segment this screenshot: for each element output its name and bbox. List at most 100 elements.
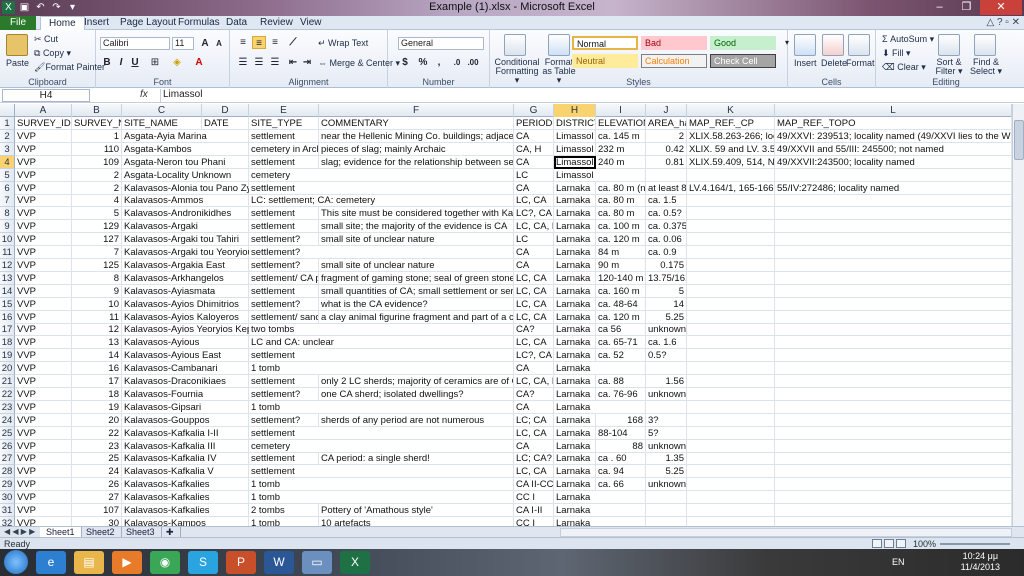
cell-f24[interactable]: sherds of any period are not numerous: [319, 413, 514, 427]
cell-e21[interactable]: settlement: [249, 375, 319, 388]
cell-f22[interactable]: one CA sherd; isolated dwellings?: [319, 387, 514, 401]
row-header[interactable]: 20: [0, 362, 15, 376]
orientation-icon[interactable]: ⟋: [286, 36, 300, 49]
cell-g19[interactable]: LC?, CA: [514, 349, 554, 363]
cell-c20[interactable]: Kalavasos-Cambanari: [122, 362, 249, 376]
cell-a15[interactable]: VVP: [15, 297, 72, 311]
cell-k12[interactable]: [687, 258, 775, 272]
cell-e9[interactable]: settlement: [249, 220, 319, 234]
cell-j1[interactable]: AREA_ha: [646, 117, 687, 130]
column-header-i[interactable]: I: [596, 104, 646, 117]
cell-f3[interactable]: pieces of slag; mainly Archaic: [319, 142, 514, 156]
sort-filter-icon[interactable]: [938, 34, 960, 56]
cell-b6[interactable]: 2: [72, 181, 122, 195]
borders-icon[interactable]: ⊞: [148, 56, 162, 69]
cell-h14[interactable]: Larnaka: [554, 284, 596, 298]
tab-view[interactable]: View: [292, 16, 330, 30]
cell-f10[interactable]: small site of unclear nature: [319, 233, 514, 247]
cell-c1[interactable]: SITE_NAME: [122, 117, 202, 130]
cell-c13[interactable]: Kalavasos-Arkhangelos: [122, 272, 249, 285]
cell-g7[interactable]: LC, CA: [514, 194, 554, 208]
cell-j11[interactable]: ca. 0.9: [646, 246, 687, 259]
cell-i10[interactable]: ca. 120 m: [596, 233, 646, 247]
cell-e6[interactable]: settlement: [249, 182, 514, 195]
cell-j4[interactable]: 0.81: [646, 155, 687, 169]
cell-a20[interactable]: VVP: [15, 362, 72, 376]
cell-i9[interactable]: ca. 100 m: [596, 220, 646, 234]
align-top-icon[interactable]: ≡: [236, 36, 250, 49]
column-header-b[interactable]: B: [72, 104, 122, 117]
cell-c4[interactable]: Asgata-Neron tou Phani: [122, 156, 249, 169]
cell-c25[interactable]: Kalavasos-Kafkalia I-II: [122, 427, 249, 440]
cell-f2[interactable]: near the Hellenic Mining Co. buildings; …: [319, 129, 514, 143]
decrease-decimal-icon[interactable]: .00: [466, 56, 480, 69]
number-format-select[interactable]: General: [398, 37, 484, 50]
cell-l17[interactable]: [775, 323, 1012, 337]
cell-b19[interactable]: 14: [72, 349, 122, 363]
align-middle-icon[interactable]: ≡: [252, 36, 266, 49]
cell-b15[interactable]: 10: [72, 297, 122, 311]
cell-j24[interactable]: 3?: [646, 413, 687, 427]
cell-l12[interactable]: [775, 258, 1012, 272]
cell-h22[interactable]: Larnaka: [554, 387, 596, 401]
cell-b14[interactable]: 9: [72, 284, 122, 298]
cell-k10[interactable]: [687, 233, 775, 247]
cell-b12[interactable]: 125: [72, 258, 122, 272]
row-header[interactable]: 17: [0, 323, 15, 337]
delete-cells-icon[interactable]: [822, 34, 844, 56]
column-header-h[interactable]: H: [554, 104, 596, 117]
find-select-icon[interactable]: [974, 34, 996, 56]
cell-b7[interactable]: 4: [72, 194, 122, 208]
cell-f32[interactable]: 10 artefacts: [319, 516, 514, 526]
cell-h7[interactable]: Larnaka: [554, 194, 596, 208]
cell-c5[interactable]: Asgata-Locality Unknown: [122, 169, 249, 182]
cell-f16[interactable]: a clay animal figurine fragment and part…: [319, 310, 514, 324]
cell-j7[interactable]: ca. 1.5: [646, 194, 687, 208]
cell-g30[interactable]: CC I: [514, 491, 554, 505]
cell-c17[interactable]: Kalavasos-Ayios Yeoryios Kepha: [122, 323, 249, 337]
cell-b4[interactable]: 109: [72, 155, 122, 169]
cell-b29[interactable]: 26: [72, 478, 122, 492]
cell-i25[interactable]: 88-104: [596, 426, 646, 440]
cell-h31[interactable]: Larnaka: [554, 504, 1012, 517]
cell-b24[interactable]: 20: [72, 413, 122, 427]
cell-j13[interactable]: 13.75/16.5: [646, 271, 687, 285]
cell-j27[interactable]: 1.35: [646, 452, 687, 466]
cell-b8[interactable]: 5: [72, 207, 122, 221]
cell-h5[interactable]: Limassol: [554, 169, 1012, 182]
cell-c14[interactable]: Kalavasos-Ayiasmata: [122, 285, 249, 298]
cell-b18[interactable]: 13: [72, 336, 122, 350]
cell-l3[interactable]: 49/XXVII and 55/III: 245500; not named: [775, 142, 1012, 156]
cell-k16[interactable]: [687, 310, 775, 324]
cell-h18[interactable]: Larnaka: [554, 336, 596, 350]
cell-i13[interactable]: 120-140 m: [596, 271, 646, 285]
cell-i14[interactable]: ca. 160 m: [596, 284, 646, 298]
cell-c3[interactable]: Asgata-Kambos: [122, 143, 249, 156]
cell-h27[interactable]: Larnaka: [554, 452, 596, 466]
increase-indent-icon[interactable]: ⇥: [300, 56, 314, 69]
row-header[interactable]: 32: [0, 516, 15, 526]
cell-e30[interactable]: 1 tomb: [249, 491, 514, 505]
sort-filter-button[interactable]: Sort & Filter ▾: [932, 58, 966, 76]
excel-icon[interactable]: X: [340, 551, 370, 574]
cell-e2[interactable]: settlement: [249, 129, 319, 143]
select-all-corner[interactable]: [0, 104, 15, 117]
cell-j16[interactable]: 5.25: [646, 310, 687, 324]
cell-g16[interactable]: LC, CA: [514, 310, 554, 324]
cell-g6[interactable]: CA: [514, 181, 554, 195]
tab-data[interactable]: Data: [218, 16, 255, 30]
cell-f8[interactable]: This site must be considered together wi…: [319, 207, 514, 221]
cell-e12[interactable]: settlement?: [249, 258, 319, 272]
cell-k14[interactable]: [687, 284, 775, 298]
row-header[interactable]: 11: [0, 246, 15, 259]
cell-e31[interactable]: 2 tombs: [249, 504, 319, 517]
maximize-button[interactable]: ❐: [953, 0, 980, 15]
cell-l1[interactable]: MAP_REF._TOPO: [775, 117, 1012, 130]
row-header[interactable]: 19: [0, 349, 15, 363]
align-left-icon[interactable]: ☰: [236, 56, 250, 69]
insert-cells-button[interactable]: Insert: [794, 58, 817, 68]
help-icon[interactable]: △ ? ▫ ✕: [986, 17, 1020, 28]
cell-a32[interactable]: VVP: [15, 516, 72, 526]
cell-l27[interactable]: [775, 452, 1012, 466]
cell-l25[interactable]: [775, 426, 1012, 440]
